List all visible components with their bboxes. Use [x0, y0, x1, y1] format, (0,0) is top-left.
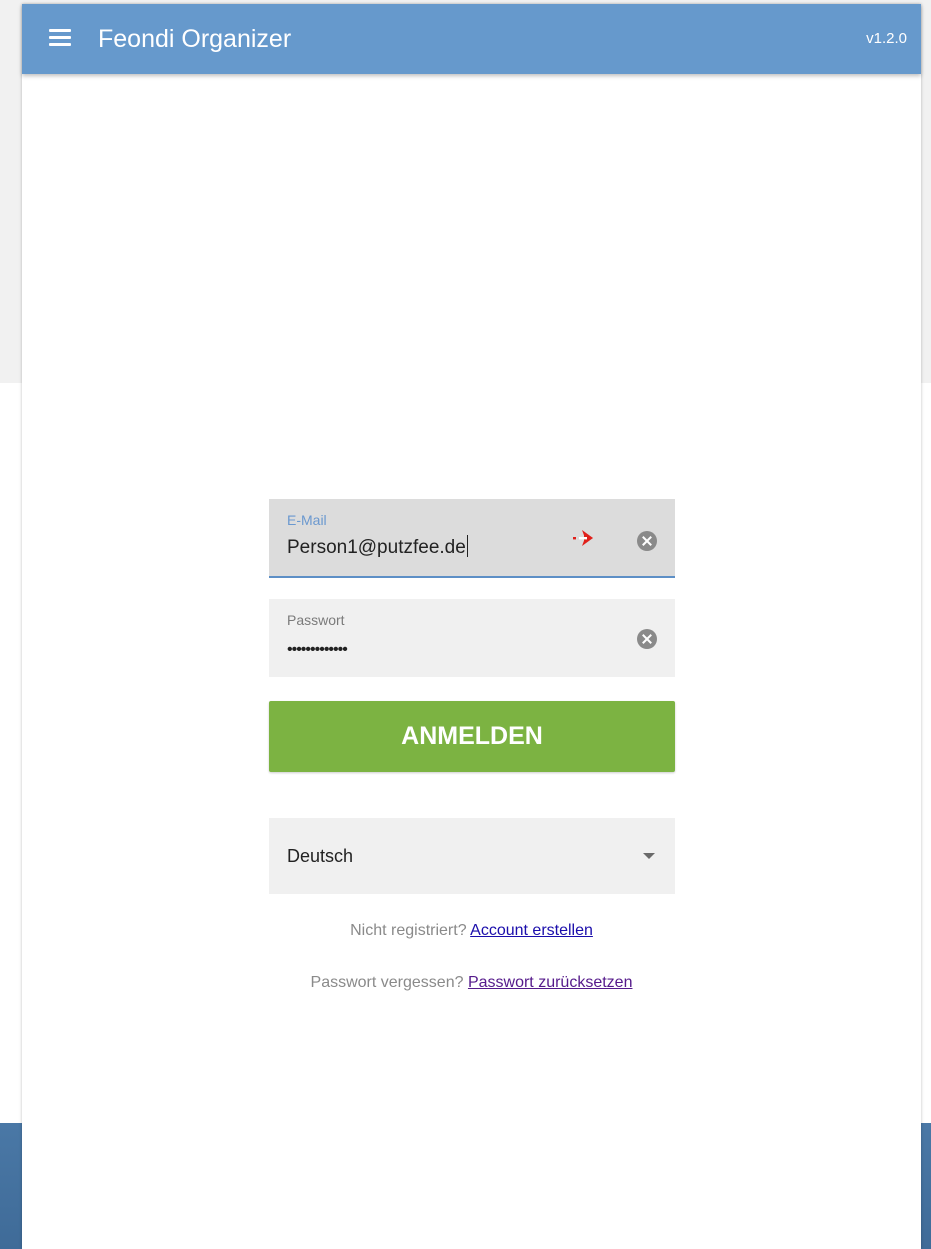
menu-icon[interactable]: [49, 29, 71, 47]
login-button[interactable]: ANMELDEN: [269, 701, 675, 772]
create-account-link[interactable]: Account erstellen: [470, 922, 593, 939]
language-select[interactable]: Deutsch: [269, 818, 675, 894]
password-label: Passwort: [287, 612, 345, 628]
clear-password-icon[interactable]: [637, 629, 657, 649]
register-prompt: Nicht registriert?: [350, 922, 467, 939]
email-input[interactable]: Person1@putzfee.de: [287, 535, 468, 559]
app-card: Feondi Organizer v1.2.0 E-Mail Person1@p…: [22, 4, 921, 1249]
app-bar: Feondi Organizer v1.2.0: [22, 4, 921, 74]
clear-email-icon[interactable]: [637, 531, 657, 551]
text-caret: [466, 535, 468, 557]
chevron-down-icon[interactable]: [643, 853, 655, 859]
reset-line: Passwort vergessen? Passwort zurücksetze…: [22, 974, 921, 992]
email-value: Person1@putzfee.de: [287, 537, 466, 558]
autofill-icon[interactable]: [573, 528, 599, 548]
reset-prompt: Passwort vergessen?: [310, 974, 464, 991]
app-title: Feondi Organizer: [98, 25, 292, 53]
app-version: v1.2.0: [866, 30, 907, 47]
reset-password-link[interactable]: Passwort zurücksetzen: [468, 974, 633, 991]
email-field[interactable]: E-Mail Person1@putzfee.de: [269, 499, 675, 578]
register-line: Nicht registriert? Account erstellen: [22, 922, 921, 940]
password-input[interactable]: •••••••••••••: [287, 641, 348, 659]
language-value: Deutsch: [287, 846, 354, 866]
email-label: E-Mail: [287, 512, 327, 528]
password-field[interactable]: Passwort •••••••••••••: [269, 599, 675, 677]
